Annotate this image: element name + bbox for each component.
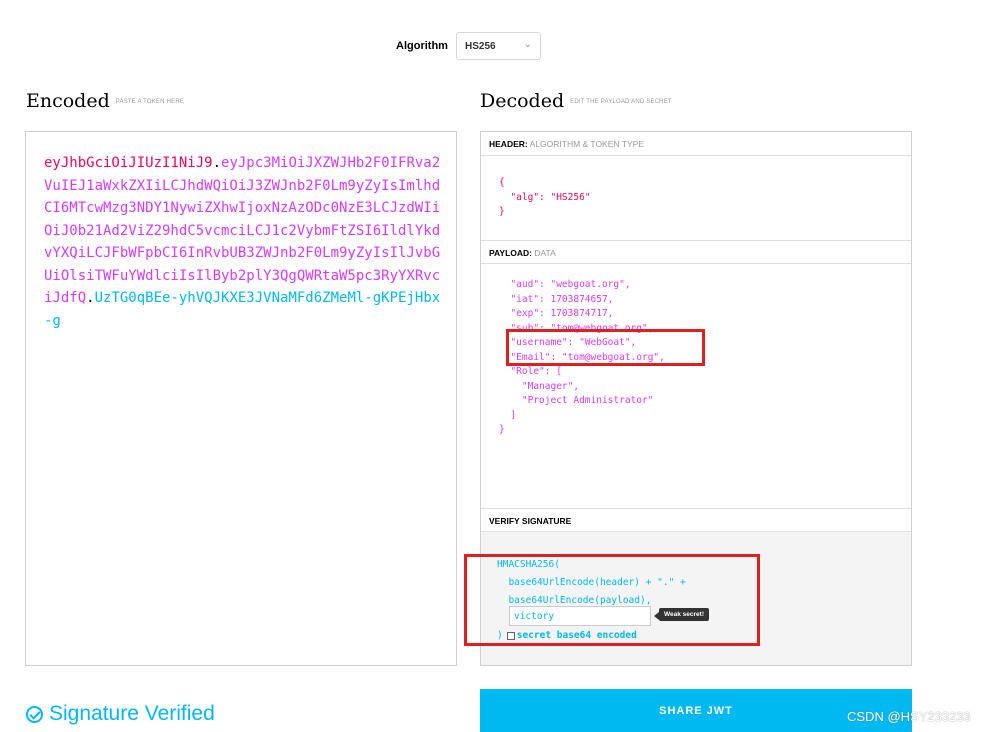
chevron-down-icon: ⌄ bbox=[523, 39, 532, 50]
header-section-title: HEADER: ALGORITHM & TOKEN TYPE bbox=[481, 132, 911, 156]
token-header-part: eyJhbGciOiJIUzI1NiJ9 bbox=[44, 155, 213, 171]
encoded-subtitle: PASTE A TOKEN HERE bbox=[115, 99, 185, 105]
algorithm-label: Algorithm bbox=[396, 40, 448, 52]
highlight-secret-box bbox=[464, 554, 760, 646]
jwt-debugger-page: Algorithm HS256 ⌄ Encoded PASTE A TOKEN H… bbox=[0, 0, 1000, 732]
algorithm-value: HS256 bbox=[465, 41, 496, 52]
verify-section-label: VERIFY SIGNATURE bbox=[489, 516, 572, 526]
header-json-editor[interactable]: { "alg": "HS256" } bbox=[499, 176, 591, 220]
token-signature-part: UzTG0qBEe-yhVQJKXE3JVNaMFd6ZMeMl-gKPEjHb… bbox=[44, 290, 441, 329]
payload-section-title: PAYLOAD: DATA bbox=[481, 240, 911, 264]
token-dot: . bbox=[86, 290, 95, 306]
decoded-title: Decoded bbox=[480, 90, 565, 112]
token-payload-part: eyJpc3MiOiJXZWJHb2F0IFRva2VuIEJ1aWxkZXIi… bbox=[44, 155, 441, 306]
signature-status: Signature Verified bbox=[26, 702, 215, 726]
decoded-subtitle: EDIT THE PAYLOAD AND SECRET bbox=[570, 99, 672, 105]
encoded-heading: Encoded PASTE A TOKEN HERE bbox=[26, 90, 184, 112]
encoded-title: Encoded bbox=[26, 90, 110, 112]
highlight-username-box bbox=[506, 329, 705, 366]
check-circle-icon bbox=[26, 705, 43, 723]
encoded-token-textarea[interactable]: eyJhbGciOiJIUzI1NiJ9.eyJpc3MiOiJXZWJHb2F… bbox=[25, 131, 457, 666]
signature-status-label: Signature Verified bbox=[49, 702, 215, 725]
header-section-label: HEADER: bbox=[489, 139, 528, 149]
decoded-heading: Decoded EDIT THE PAYLOAD AND SECRET bbox=[480, 90, 672, 112]
payload-section-sublabel: DATA bbox=[534, 248, 556, 258]
token-dot: . bbox=[212, 155, 222, 171]
header-section-sublabel: ALGORITHM & TOKEN TYPE bbox=[529, 139, 644, 149]
payload-section-label: PAYLOAD: bbox=[489, 248, 532, 258]
token-text: eyJhbGciOiJIUzI1NiJ9.eyJpc3MiOiJXZWJHb2F… bbox=[44, 152, 444, 332]
algorithm-select[interactable]: HS256 ⌄ bbox=[456, 32, 541, 60]
watermark-text: CSDN @HSY233233 bbox=[847, 709, 971, 724]
verify-section-title: VERIFY SIGNATURE bbox=[481, 508, 911, 532]
